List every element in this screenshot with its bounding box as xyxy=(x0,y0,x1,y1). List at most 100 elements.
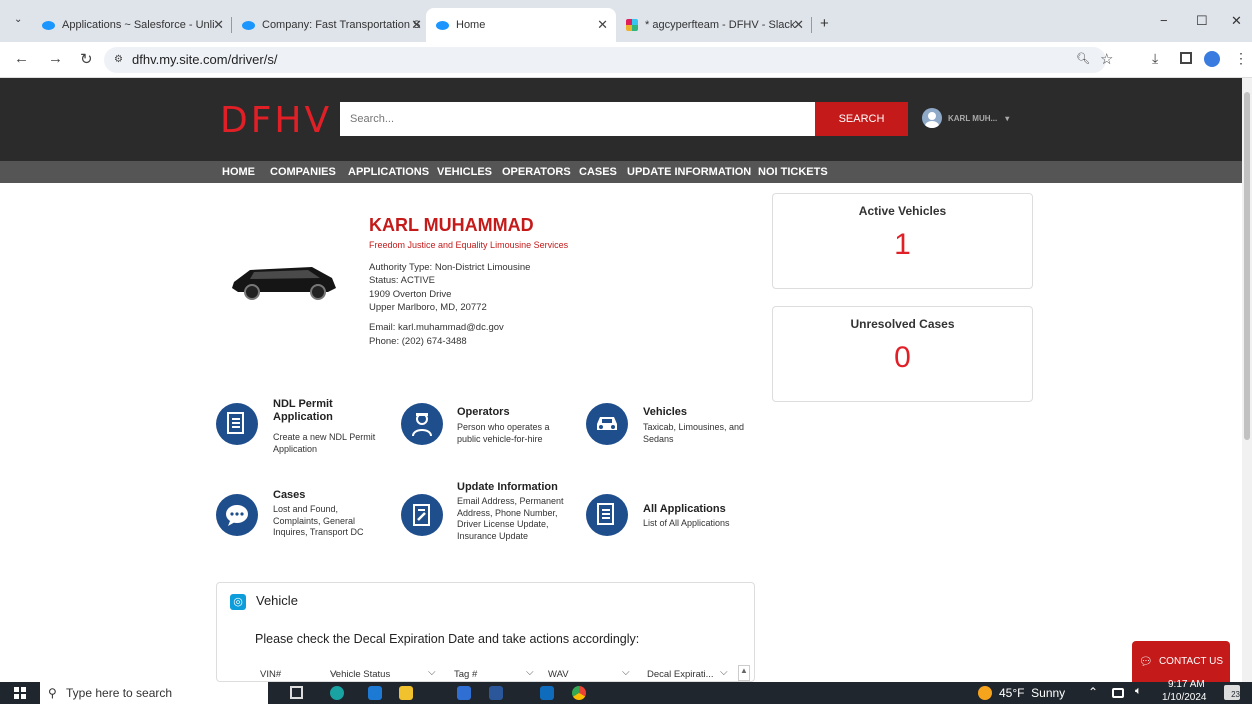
column-vehicle-status[interactable]: Vehicle Status xyxy=(330,669,390,680)
windows-start-icon[interactable] xyxy=(14,687,26,699)
search-button[interactable]: SEARCH xyxy=(815,102,908,136)
word-icon[interactable] xyxy=(489,686,503,700)
chevron-up-icon[interactable]: ⌃ xyxy=(1088,685,1098,699)
close-tab-icon[interactable]: ✕ xyxy=(411,17,422,33)
download-icon[interactable]: ⤓ xyxy=(1152,50,1158,67)
tab-company[interactable]: Company: Fast Transportation S ✕ xyxy=(232,8,430,42)
bookmark-star-icon[interactable]: ☆ xyxy=(1100,50,1113,68)
chevron-down-icon[interactable]: ⌵ xyxy=(428,667,436,678)
tile-update-information-title[interactable]: Update Information xyxy=(457,481,558,494)
nav-noi-tickets[interactable]: NOI TICKETS xyxy=(758,166,828,178)
chrome-icon[interactable] xyxy=(572,686,586,700)
search-input[interactable] xyxy=(340,102,815,136)
active-vehicles-label: Active Vehicles xyxy=(858,204,947,218)
close-tab-icon[interactable]: ✕ xyxy=(597,17,608,33)
chevron-down-icon[interactable]: ⌵ xyxy=(720,667,728,678)
nav-home[interactable]: HOME xyxy=(222,166,255,178)
column-wav[interactable]: WAV xyxy=(548,669,569,680)
tab-list-dropdown-icon[interactable]: ⌄ xyxy=(14,14,22,25)
notification-icon[interactable]: 23 xyxy=(1224,685,1240,700)
user-name: KARL MUH... xyxy=(948,113,998,123)
scrollbar-thumb[interactable] xyxy=(1244,92,1250,440)
clock-time[interactable]: 9:17 AM xyxy=(1168,679,1205,690)
operator-icon[interactable] xyxy=(401,403,443,445)
tile-operators-title[interactable]: Operators xyxy=(457,406,510,419)
document-icon[interactable] xyxy=(216,403,258,445)
main-nav: HOME COMPANIES APPLICATIONS VEHICLES OPE… xyxy=(0,161,1242,183)
tile-all-applications-desc: List of All Applications xyxy=(643,518,730,528)
nav-vehicles[interactable]: VEHICLES xyxy=(437,166,492,178)
close-tab-icon[interactable]: ✕ xyxy=(793,17,804,33)
close-window-icon[interactable]: ✕ xyxy=(1231,13,1242,29)
edit-document-icon[interactable] xyxy=(401,494,443,536)
store-icon[interactable] xyxy=(457,686,471,700)
side-panel-icon[interactable] xyxy=(1180,52,1192,64)
forward-icon[interactable]: → xyxy=(48,50,63,67)
nav-update-information[interactable]: UPDATE INFORMATION xyxy=(627,166,751,178)
address-line-2: Upper Marlboro, MD, 20772 xyxy=(369,302,487,313)
maximize-icon[interactable]: ☐ xyxy=(1196,13,1208,29)
nav-companies[interactable]: COMPANIES xyxy=(270,166,336,178)
unresolved-cases-count: 0 xyxy=(894,341,911,374)
profile-company: Freedom Justice and Equality Limousine S… xyxy=(369,240,569,250)
car-icon[interactable] xyxy=(586,403,628,445)
nav-applications[interactable]: APPLICATIONS xyxy=(348,166,429,178)
column-decal-expiration[interactable]: Decal Expirati... xyxy=(647,669,714,680)
tile-vehicles-desc: Taxicab, Limousines, and Sedans xyxy=(643,422,745,444)
close-tab-icon[interactable]: ✕ xyxy=(213,17,224,33)
tile-cases-title[interactable]: Cases xyxy=(273,489,305,502)
tab-applications[interactable]: Applications ~ Salesforce - Unli ✕ xyxy=(32,8,232,42)
unresolved-cases-card[interactable]: Unresolved Cases 0 xyxy=(772,306,1033,402)
column-tag[interactable]: Tag # xyxy=(454,669,477,680)
unresolved-cases-label: Unresolved Cases xyxy=(850,317,955,331)
tile-cases-desc: Lost and Found, Complaints, General Inqu… xyxy=(273,504,364,537)
site-info-icon[interactable]: ⚙ xyxy=(114,47,123,73)
volume-icon[interactable]: 🔈︎ xyxy=(1135,685,1142,698)
profile-icon[interactable] xyxy=(1204,51,1220,67)
menu-kebab-icon[interactable]: ⋮ xyxy=(1234,50,1248,67)
authority-type: Authority Type: Non-District Limousine xyxy=(369,262,531,273)
file-explorer-icon[interactable] xyxy=(399,686,413,700)
minimize-icon[interactable]: − xyxy=(1160,13,1168,28)
tab-slack[interactable]: * agcyperfteam - DFHV - Slack ✕ xyxy=(616,8,812,42)
nav-cases[interactable]: CASES xyxy=(579,166,617,178)
back-icon[interactable]: ← xyxy=(14,50,29,67)
vehicle-card-title: Vehicle xyxy=(256,593,298,608)
chevron-down-icon[interactable]: ⌵ xyxy=(622,667,630,678)
document-list-icon[interactable] xyxy=(586,494,628,536)
weather-text[interactable]: 45°F Sunny xyxy=(999,686,1065,700)
limousine-image xyxy=(232,267,336,300)
url-input[interactable]: ⚙ dfhv.my.site.com/driver/s/ xyxy=(104,47,1106,73)
tab-home[interactable]: Home ✕ xyxy=(426,8,616,42)
nav-operators[interactable]: OPERATORS xyxy=(502,166,571,178)
task-view-icon[interactable] xyxy=(290,686,303,699)
tile-vehicles-title[interactable]: Vehicles xyxy=(643,406,687,419)
user-menu[interactable]: KARL MUH... ▾ xyxy=(922,108,1009,128)
zoom-icon[interactable]: 🔍︎ xyxy=(1076,52,1090,65)
table-scroll-up-icon[interactable]: ▲ xyxy=(738,665,750,681)
chevron-down-icon[interactable]: ⌵ xyxy=(526,667,534,678)
tile-all-applications-title[interactable]: All Applications xyxy=(643,503,726,516)
reload-icon[interactable]: ↻ xyxy=(80,50,93,68)
outlook-icon[interactable] xyxy=(540,686,554,700)
edge-icon[interactable] xyxy=(330,686,344,700)
phone: Phone: (202) 674-3488 xyxy=(369,336,467,347)
dfhv-logo[interactable]: DFHV xyxy=(220,100,332,141)
clock-date[interactable]: 1/10/2024 xyxy=(1162,692,1207,703)
column-vin[interactable]: VIN# xyxy=(260,669,281,680)
taskbar-search-input[interactable]: ⚲ Type here to search xyxy=(40,682,268,704)
tile-ndl-permit-desc: Create a new NDL Permit Application xyxy=(273,432,376,454)
network-icon[interactable] xyxy=(1112,688,1124,698)
windows-taskbar: ⚲ Type here to search 45°F Sunny ⌃ 🔈︎ 9:… xyxy=(0,679,1252,704)
mail-icon[interactable] xyxy=(368,686,382,700)
chat-icon[interactable] xyxy=(216,494,258,536)
slack-icon xyxy=(626,19,638,31)
chevron-down-icon: ▾ xyxy=(1005,113,1010,123)
active-vehicles-card[interactable]: Active Vehicles 1 xyxy=(772,193,1033,289)
tile-ndl-permit-title[interactable]: NDL Permit Application xyxy=(273,398,353,424)
avatar xyxy=(922,108,942,128)
new-tab-icon[interactable]: + xyxy=(820,15,829,32)
search-icon: ⚲ xyxy=(48,686,57,700)
site-header: DFHV SEARCH KARL MUH... ▾ xyxy=(0,78,1242,161)
contact-us-button[interactable]: 💬︎ CONTACT US xyxy=(1132,641,1230,682)
